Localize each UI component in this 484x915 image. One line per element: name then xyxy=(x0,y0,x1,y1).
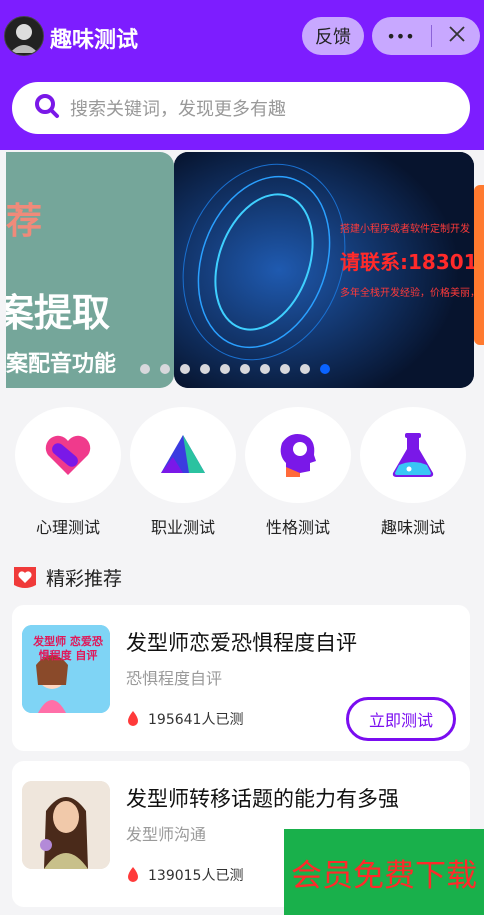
test-subtitle: 恐惧程度自评 xyxy=(126,669,223,688)
capsule-divider xyxy=(430,25,432,47)
page-title: 趣味测试 xyxy=(50,28,139,53)
banner-carousel[interactable]: 荐 案提取 案配音功能 搭建小程序或者软件定制开发 请联系:183018 多年全… xyxy=(0,150,484,390)
carousel-dot[interactable] xyxy=(140,364,150,374)
search-bar[interactable]: 搜索关键词，发现更多有趣 xyxy=(12,82,470,134)
banner-text: 荐 xyxy=(6,201,43,242)
category-fun[interactable]: 趣味测试 xyxy=(345,402,466,542)
search-placeholder: 搜索关键词，发现更多有趣 xyxy=(70,99,286,120)
banner-text: 请联系:183018 xyxy=(340,250,474,274)
carousel-dot[interactable] xyxy=(260,364,270,374)
banner-slide[interactable]: 搭建小程序或者软件定制开发 请联系:183018 多年全栈开发经验，价格美丽， xyxy=(174,152,474,388)
banner-text: 案配音功能 xyxy=(6,352,117,377)
category-icon-wrap xyxy=(360,407,466,503)
carousel-dot[interactable] xyxy=(300,364,310,374)
fire-icon xyxy=(128,711,138,726)
flask-icon xyxy=(392,433,434,477)
header-bar: 趣味测试 反馈 ••• 搜索关键词，发现更多有趣 xyxy=(0,0,484,150)
promo-overlay[interactable]: 会员免费下载 xyxy=(284,829,484,915)
category-icon-wrap xyxy=(245,407,351,503)
category-icon-wrap xyxy=(15,407,121,503)
section-title: 精彩推荐 xyxy=(46,568,123,590)
category-grid: 心理测试 职业测试 性格测试 趣味测试 xyxy=(0,402,484,542)
category-career[interactable]: 职业测试 xyxy=(115,402,236,542)
carousel-dot[interactable] xyxy=(240,364,250,374)
category-label: 趣味测试 xyxy=(380,518,445,537)
capsule-menu: ••• xyxy=(372,17,480,55)
carousel-dot[interactable] xyxy=(200,364,210,374)
test-title: 发型师转移话题的能力有多强 xyxy=(126,787,399,811)
test-title: 发型师恋爱恐惧程度自评 xyxy=(126,631,357,655)
test-thumbnail xyxy=(22,781,110,869)
test-card[interactable]: 发型师 恋爱恐惧程度 自评 发型师恋爱恐惧程度自评 恐惧程度自评 195641人… xyxy=(12,605,470,751)
banner-slide[interactable] xyxy=(474,185,484,345)
head-bulb-icon xyxy=(280,434,316,477)
banner-text: 案提取 xyxy=(6,291,111,335)
category-icon-wrap xyxy=(130,407,236,503)
banner-slide[interactable]: 荐 案提取 案配音功能 xyxy=(6,152,174,388)
test-count: 195641人已测 xyxy=(126,709,243,729)
more-icon[interactable]: ••• xyxy=(386,27,414,46)
close-icon[interactable] xyxy=(448,25,466,48)
avatar[interactable] xyxy=(4,16,44,56)
carousel-dot[interactable] xyxy=(160,364,170,374)
carousel-indicator xyxy=(140,364,330,374)
banner-text: 搭建小程序或者软件定制开发 xyxy=(340,224,470,235)
carousel-dot[interactable] xyxy=(220,364,230,374)
carousel-dot-active[interactable] xyxy=(320,364,330,374)
banner-text: 多年全栈开发经验，价格美丽， xyxy=(340,288,474,299)
test-subtitle: 发型师沟通 xyxy=(126,825,207,844)
test-count-text: 139015人已测 xyxy=(148,868,244,884)
feedback-button[interactable]: 反馈 xyxy=(302,17,364,55)
carousel-dot[interactable] xyxy=(280,364,290,374)
category-personality[interactable]: 性格测试 xyxy=(230,402,351,542)
heart-pill-icon xyxy=(45,435,91,475)
test-count: 139015人已测 xyxy=(126,865,243,885)
test-thumbnail: 发型师 恋爱恐惧程度 自评 xyxy=(22,625,110,713)
section-header: 精彩推荐 xyxy=(12,564,122,591)
start-test-button[interactable]: 立即测试 xyxy=(346,697,456,741)
thumb-text: 发型师 恋爱恐惧程度 自评 xyxy=(33,635,103,662)
triangle-icon xyxy=(161,435,205,473)
category-psychology[interactable]: 心理测试 xyxy=(0,402,121,542)
heart-badge-icon xyxy=(14,566,36,588)
carousel-dot[interactable] xyxy=(180,364,190,374)
search-icon xyxy=(34,93,60,123)
test-count-text: 195641人已测 xyxy=(148,712,244,728)
fire-icon xyxy=(128,867,138,882)
